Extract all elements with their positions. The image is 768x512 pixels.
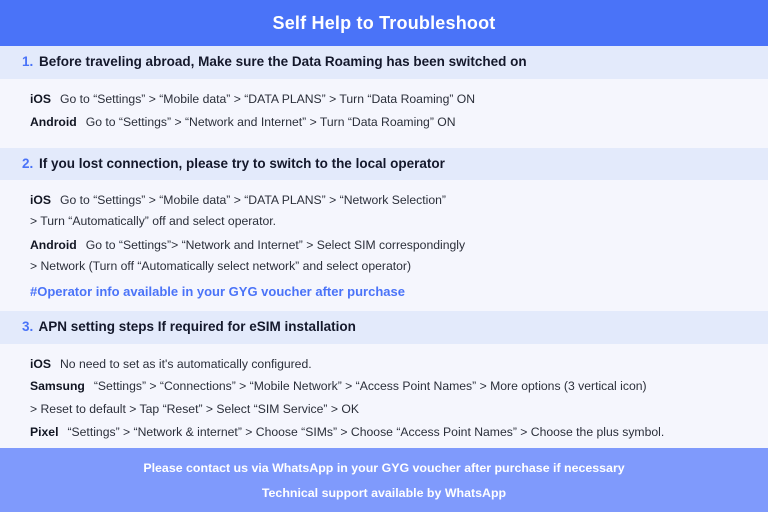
platform-label: iOS	[30, 91, 51, 106]
instruction-text: > Turn “Automatically” off and select op…	[30, 214, 277, 229]
section-1: 1. Before traveling abroad, Make sure th…	[0, 46, 768, 148]
section-3-body: iOS No need to set as it's automatically …	[0, 344, 768, 448]
content-body: 1. Before traveling abroad, Make sure th…	[0, 46, 768, 448]
section-1-heading: 1. Before traveling abroad, Make sure th…	[0, 53, 768, 71]
section-1-heading-lead: Before traveling abroad,	[39, 54, 195, 69]
page-header: Self Help to Troubleshoot	[0, 0, 768, 46]
section-3: 3. APN setting steps If required for eSI…	[0, 311, 768, 448]
section-2-number: 2.	[22, 155, 34, 171]
section-2-band: 2. If you lost connection, please try to…	[0, 147, 768, 181]
section-2-heading: 2. If you lost connection, please try to…	[0, 155, 768, 173]
section-2: 2. If you lost connection, please try to…	[0, 147, 768, 311]
section-1-band: 1. Before traveling abroad, Make sure th…	[0, 46, 768, 79]
instruction-line-continuation: > Reset to default > Tap “Reset” > Selec…	[0, 401, 768, 419]
section-2-heading-lead: If you lost connection, please try to sw…	[39, 155, 445, 171]
section-2-body: iOS Go to “Settings” > “Mobile data” > “D…	[0, 180, 768, 311]
instruction-line: Pixel “Settings” > “Network & internet” >…	[0, 424, 768, 442]
section-1-heading-rest: Make sure the Data Roaming has been swit…	[194, 54, 527, 69]
instruction-line: iOS Go to “Settings” > “Mobile data” > “D…	[0, 192, 768, 210]
instruction-line: Android Go to “Settings” > “Network and I…	[0, 114, 768, 132]
instruction-text: Go to “Settings” > “Network and Internet…	[85, 115, 456, 130]
section-3-heading: 3. APN setting steps If required for eSI…	[0, 318, 768, 336]
instruction-line: iOS Go to “Settings” > “Mobile data” > “D…	[0, 91, 768, 109]
platform-label: iOS	[30, 356, 51, 371]
instruction-text: Go to “Settings”> “Network and Internet”…	[85, 237, 466, 252]
instruction-line: iOS No need to set as it's automatically …	[0, 356, 768, 374]
section-3-number: 3.	[22, 319, 34, 335]
page-footer: Please contact us via WhatsApp in your G…	[0, 448, 768, 512]
section-3-heading-lead: APN setting steps If required for eSIM i…	[38, 319, 356, 335]
platform-label: Pixel	[30, 424, 59, 439]
instruction-line-continuation: > Turn “Automatically” off and select op…	[0, 213, 768, 231]
section-3-band: 3. APN setting steps If required for eSI…	[0, 311, 768, 344]
instruction-text: > Network (Turn off “Automatically selec…	[30, 258, 412, 273]
instruction-line: Android Go to “Settings”> “Network and In…	[0, 237, 768, 255]
footer-contact-line: Please contact us via WhatsApp in your G…	[143, 460, 625, 475]
platform-label: iOS	[30, 193, 51, 208]
instruction-text: “Settings” > “Connections” > “Mobile Net…	[93, 379, 647, 394]
footer-support-line: Technical support available by WhatsApp	[261, 485, 507, 500]
page-title: Self Help to Troubleshoot	[272, 12, 496, 33]
instruction-text: No need to set as it's automatically con…	[60, 356, 312, 371]
platform-label: Android	[30, 115, 77, 130]
operator-info-note: #Operator info available in your GYG vou…	[30, 284, 405, 300]
instruction-text: > Reset to default > Tap “Reset” > Selec…	[30, 402, 359, 417]
instruction-text: Go to “Settings” > “Mobile data” > “DATA…	[60, 193, 446, 208]
instruction-line-continuation: > Network (Turn off “Automatically selec…	[0, 258, 768, 276]
troubleshoot-infographic: Self Help to Troubleshoot 1. Before trav…	[0, 0, 768, 512]
section-1-body: iOS Go to “Settings” > “Mobile data” > “D…	[0, 79, 768, 148]
platform-label: Android	[30, 237, 77, 252]
section-1-number: 1.	[22, 54, 34, 69]
platform-label: Samsung	[30, 379, 85, 394]
instruction-text: Go to “Settings” > “Mobile data” > “DATA…	[60, 91, 476, 106]
instruction-line: Samsung “Settings” > “Connections” > “Mob…	[0, 378, 768, 396]
instruction-text: “Settings” > “Network & internet” > Choo…	[67, 424, 665, 439]
